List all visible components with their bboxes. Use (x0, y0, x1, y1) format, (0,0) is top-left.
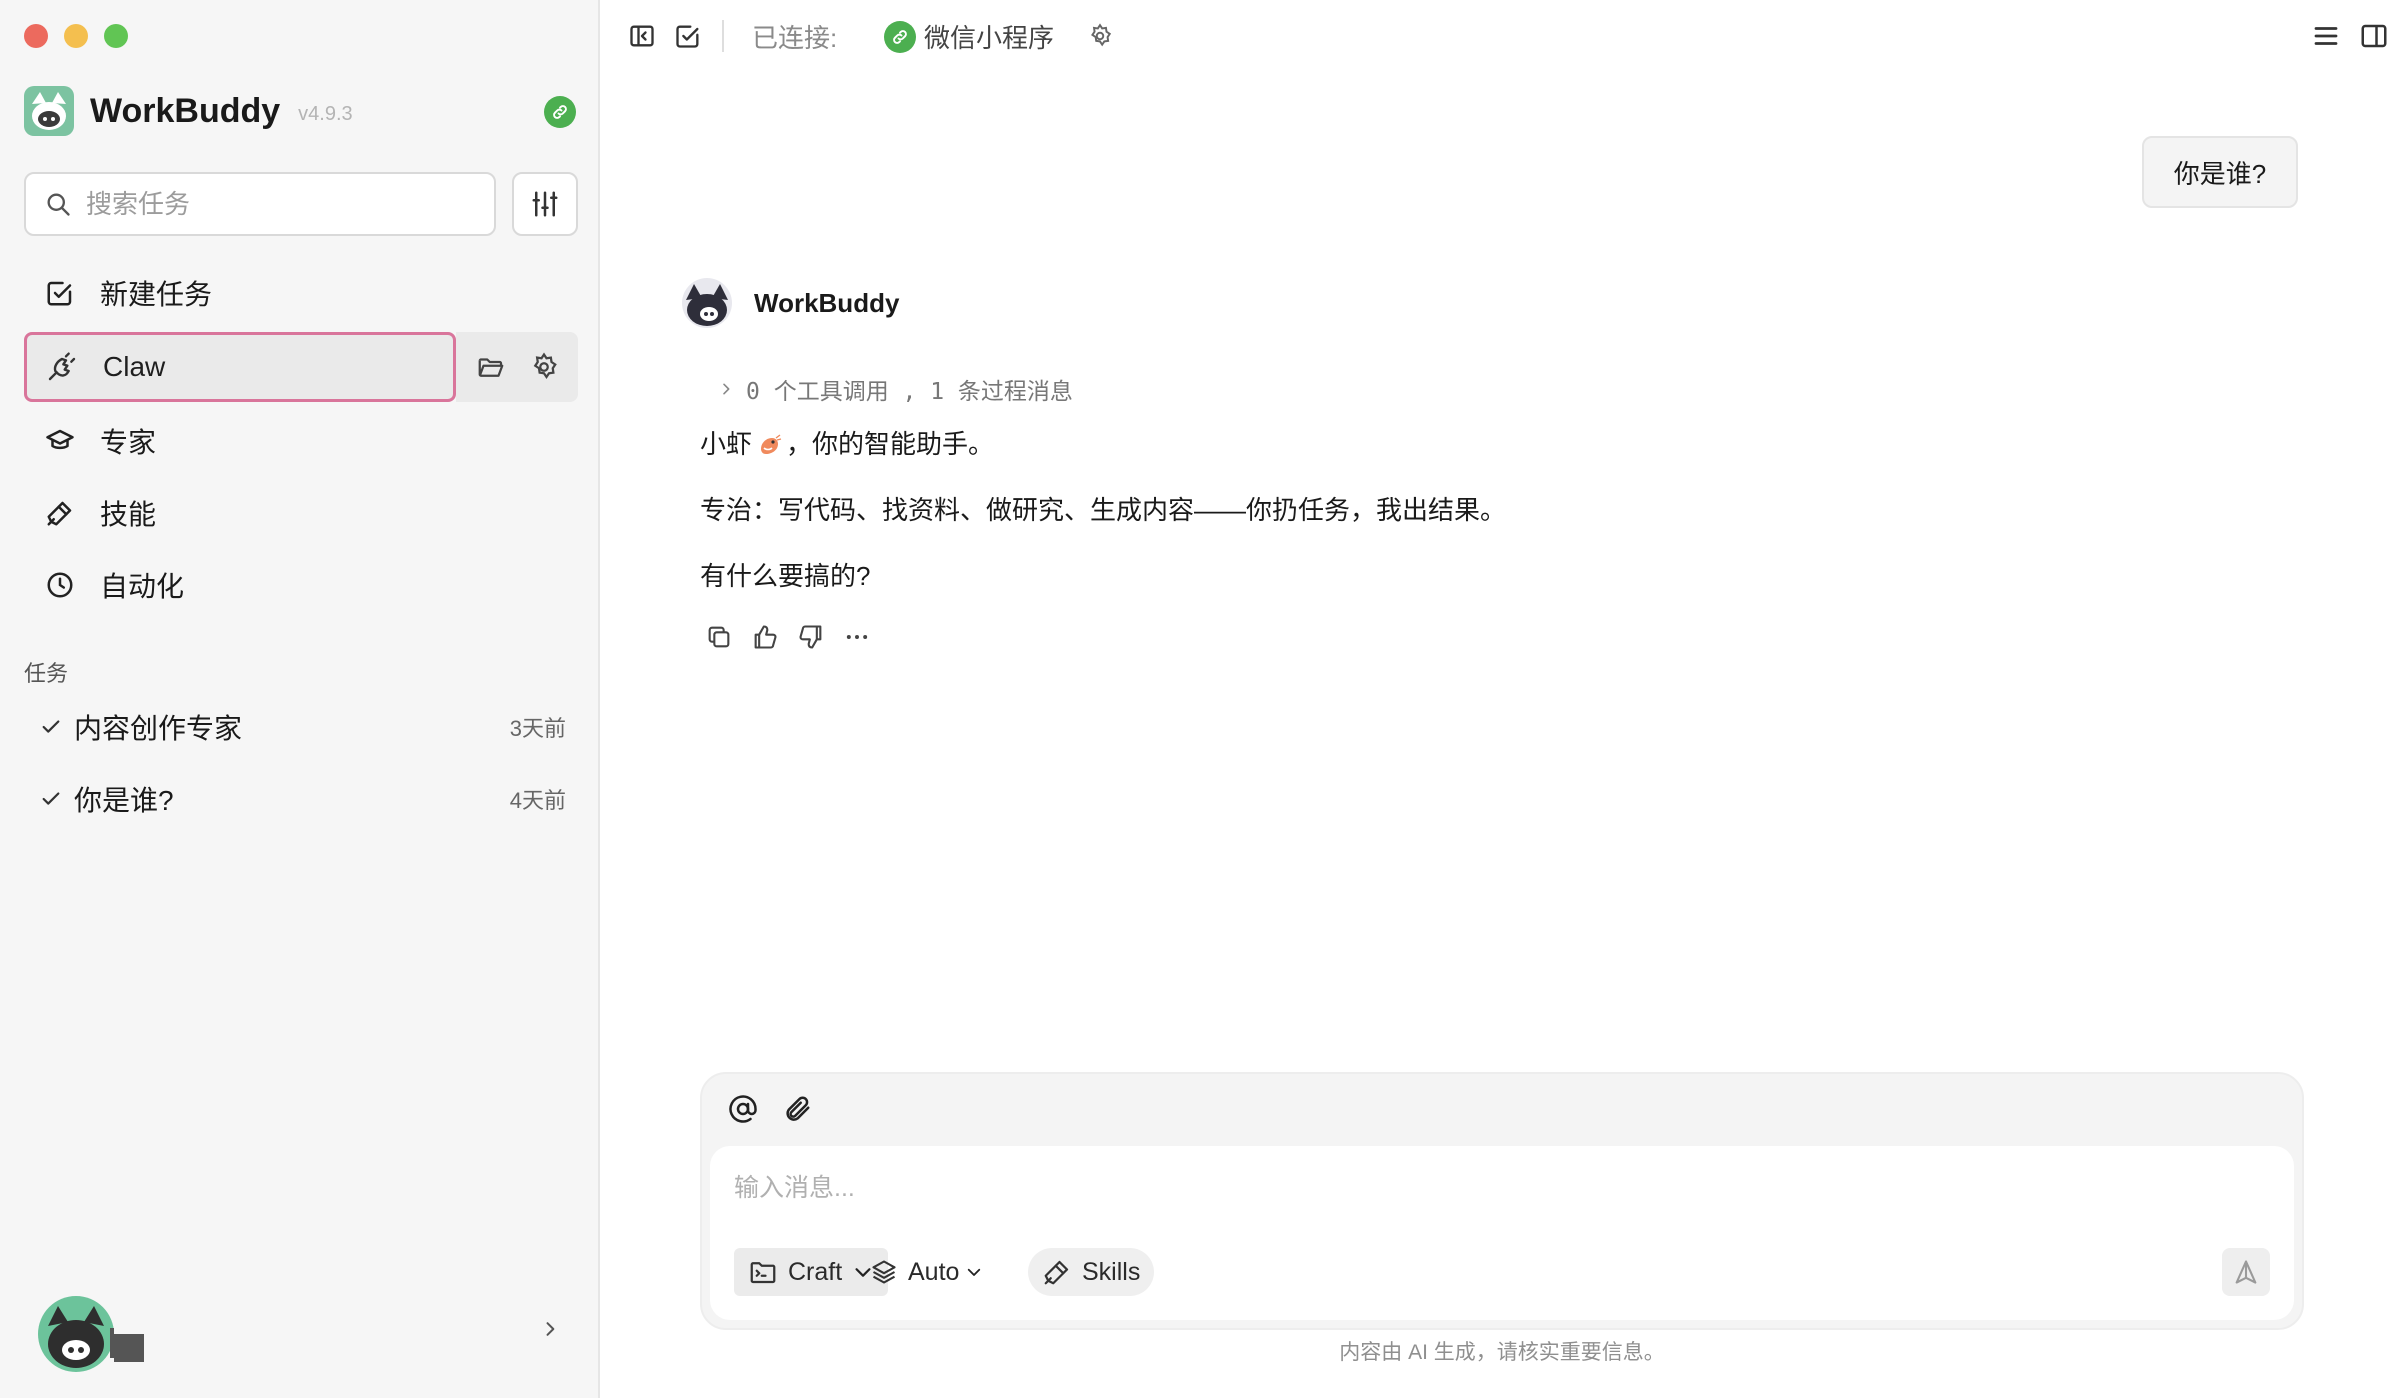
connection-mini-program[interactable]: 微信小程序 (884, 18, 1054, 55)
task-list: 内容创作专家 3天前 你是谁? 4天前 (24, 694, 578, 838)
sidebar-item-label: 专家 (100, 427, 157, 458)
status-square-icon (110, 1328, 144, 1362)
connection-name: 微信小程序 (924, 23, 1055, 53)
reply-line-3: 有什么要搞的? (700, 561, 871, 591)
window-controls (24, 24, 128, 48)
close-window-button[interactable] (24, 24, 48, 48)
avatar (38, 1296, 114, 1372)
reply-line-1-suffix: ，你的智能助手。 (786, 429, 995, 459)
toolbar-divider (722, 20, 724, 52)
reply-line-1-prefix: 小虾 (700, 429, 753, 459)
search-icon (44, 190, 72, 218)
send-button[interactable] (2222, 1248, 2270, 1296)
sidebar-item-label: 自动化 (100, 571, 185, 602)
shrimp-emoji-icon (756, 433, 782, 459)
message-composer: Craft Auto Skills (700, 1072, 2304, 1330)
task-title: 内容创作专家 (74, 713, 243, 744)
connected-label: 已连接: (752, 23, 838, 53)
brand: WorkBuddy v4.9.3 (24, 86, 353, 136)
sidebar-item-automation[interactable]: 自动化 (24, 552, 578, 618)
thumbs-down-icon[interactable] (796, 622, 826, 652)
hammer-pencil-icon (1042, 1257, 1072, 1287)
message-input[interactable] (734, 1166, 2234, 1210)
toggle-right-panel-icon[interactable] (2358, 20, 2390, 52)
task-item[interactable]: 内容创作专家 3天前 (24, 694, 578, 760)
more-options-icon[interactable] (842, 622, 872, 652)
attachment-paperclip-icon[interactable] (780, 1092, 814, 1126)
user-profile[interactable] (38, 1296, 146, 1372)
copy-icon[interactable] (704, 622, 734, 652)
task-title: 你是谁? (74, 785, 174, 816)
top-bar: 已连接: 微信小程序 (600, 0, 2400, 72)
sidebar-item-label: 技能 (100, 499, 157, 530)
sidebar-item-claw-row: Claw (24, 332, 578, 402)
graduation-cap-icon (44, 425, 76, 457)
hammer-pencil-icon (44, 497, 76, 529)
menu-icon[interactable] (2310, 20, 2342, 52)
collapse-sidebar-icon[interactable] (626, 20, 658, 52)
model-label: Auto (908, 1257, 960, 1286)
ai-disclaimer: 内容由 AI 生成，请核实重要信息。 (1339, 1341, 1665, 1364)
reply-line-1: 小虾 ，你的智能助手。 (700, 424, 1900, 464)
layers-icon (870, 1258, 898, 1286)
send-arrow-icon (2232, 1258, 2260, 1286)
filter-button[interactable] (512, 172, 578, 236)
bot-message-body: 小虾 ，你的智能助手。 专治：写代码、找资料、做研究、生成内容——你扔任务，我出结… (700, 424, 1900, 622)
claw-tools (456, 332, 578, 402)
composer-tools (726, 1092, 814, 1126)
clock-icon (44, 569, 76, 601)
chevron-down-icon (965, 1263, 983, 1281)
search-input[interactable] (86, 188, 466, 220)
task-time: 4天前 (509, 788, 566, 813)
skills-button[interactable]: Skills (1028, 1248, 1155, 1296)
sidebar: WorkBuddy v4.9.3 搜索任务 新建任务 Claw 专家 技能 自动… (0, 0, 600, 1398)
sidebar-item-new-task[interactable]: 新建任务 (24, 260, 578, 326)
task-time: 3天前 (509, 716, 566, 741)
sliders-icon (530, 189, 560, 219)
check-icon (40, 788, 62, 810)
claw-icon (45, 350, 79, 384)
open-folder-icon[interactable] (476, 352, 506, 382)
user-message-bubble: 你是谁? (2142, 136, 2298, 208)
sidebar-item-label: 新建任务 (100, 279, 213, 310)
chevron-right-icon (718, 379, 734, 399)
claw-settings-gear-icon[interactable] (529, 352, 559, 382)
check-icon (40, 716, 62, 738)
process-summary-text: 0 个工具调用 , 1 条过程消息 (746, 379, 1073, 405)
app-version: v4.9.3 (298, 102, 353, 125)
bot-avatar (682, 278, 732, 328)
mention-icon[interactable] (726, 1092, 760, 1126)
message-actions (704, 622, 872, 652)
terminal-folder-icon (748, 1257, 778, 1287)
new-task-icon (44, 277, 76, 309)
chevron-right-icon[interactable] (540, 1316, 560, 1342)
app-logo-icon (24, 86, 74, 136)
new-task-icon[interactable] (672, 20, 704, 52)
task-item[interactable]: 你是谁? 4天前 (24, 766, 578, 832)
connection-status-icon[interactable] (544, 96, 576, 128)
reply-line-2: 专治：写代码、找资料、做研究、生成内容——你扔任务，我出结果。 (700, 495, 1507, 525)
mode-label: Craft (788, 1257, 843, 1286)
search-box[interactable] (24, 172, 496, 236)
process-summary-toggle[interactable]: 0 个工具调用 , 1 条过程消息 (718, 372, 1073, 406)
sidebar-item-experts[interactable]: 专家 (24, 408, 578, 474)
thumbs-up-icon[interactable] (750, 622, 780, 652)
composer-input-area: Craft Auto Skills (710, 1146, 2294, 1320)
sidebar-item-label: Claw (103, 351, 166, 382)
model-select-auto[interactable]: Auto (856, 1248, 997, 1296)
app-name: WorkBuddy (90, 91, 281, 130)
sidebar-nav: 新建任务 Claw 专家 技能 自动化 (24, 260, 578, 624)
skills-label: Skills (1082, 1257, 1141, 1286)
tasks-section-title: 任务 (24, 661, 69, 686)
bot-name: WorkBuddy (754, 287, 900, 318)
minimize-window-button[interactable] (64, 24, 88, 48)
link-icon (884, 20, 916, 53)
sidebar-item-skills[interactable]: 技能 (24, 480, 578, 546)
zoom-window-button[interactable] (104, 24, 128, 48)
sidebar-item-claw[interactable]: Claw (24, 332, 456, 402)
bot-message-header: WorkBuddy (682, 278, 899, 328)
connection-settings-gear-icon[interactable] (1084, 20, 1116, 52)
